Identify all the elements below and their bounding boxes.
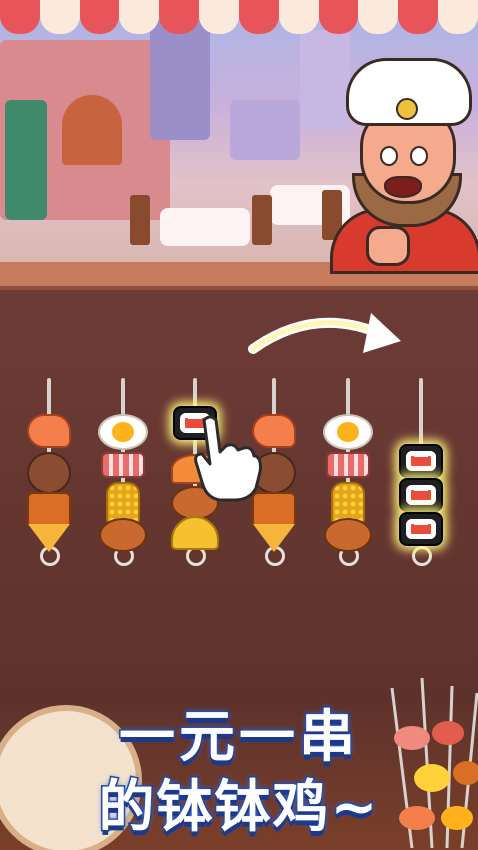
oven (62, 95, 122, 165)
sushi-roll-food (399, 478, 443, 512)
bacon-food (326, 452, 370, 478)
chair-2 (252, 195, 272, 245)
roast-chicken-food (324, 518, 372, 552)
chef-mouth (384, 176, 422, 198)
ship-decoration (230, 100, 300, 160)
roast-chicken-food (99, 518, 147, 552)
skewer-5[interactable] (318, 378, 378, 568)
shelf (5, 100, 47, 220)
bacon-food (101, 452, 145, 478)
promo-caption-line1: 一元一串 (118, 704, 359, 772)
chef-character (330, 58, 478, 274)
fried-tofu-food (27, 492, 71, 528)
awning (0, 0, 478, 42)
taco-food (171, 516, 219, 550)
pizza-food (253, 524, 295, 552)
skewer-6[interactable] (391, 378, 451, 568)
chef-hand (366, 226, 410, 266)
game-stage: 一元一串 的钵钵鸡~ (0, 0, 478, 850)
shrimp-food (27, 414, 71, 448)
skewer-2[interactable] (93, 378, 153, 568)
chair-1 (130, 195, 150, 245)
fried-egg-food (98, 414, 148, 450)
pizza-food (28, 524, 70, 552)
chef-eye-right (410, 146, 428, 166)
fried-egg-food (323, 414, 373, 450)
curved-arrow-icon (248, 313, 401, 354)
takoyaki-food (27, 452, 71, 494)
dining-table-1 (160, 208, 250, 246)
chef-hat-badge (396, 98, 418, 120)
sushi-roll-food (399, 512, 443, 546)
promo-caption-line2: 的钵钵鸡~ (97, 774, 380, 842)
pointing-hand-icon (194, 415, 262, 502)
sushi-roll-food (399, 444, 443, 478)
skewer-1[interactable] (19, 378, 79, 568)
chef-eye-left (380, 146, 398, 166)
